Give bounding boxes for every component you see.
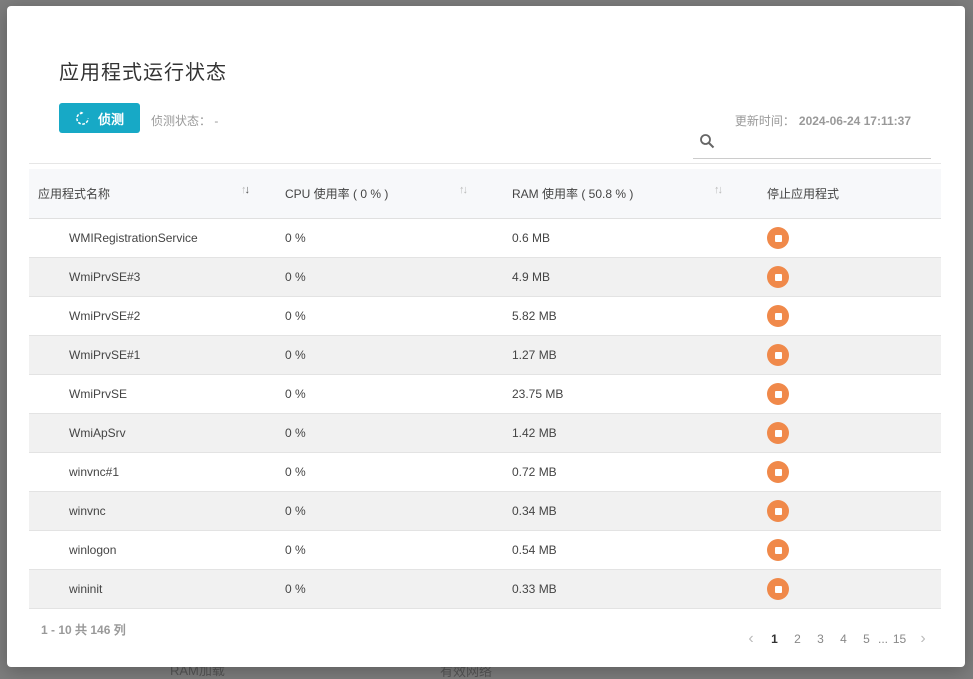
header-name[interactable]: 应用程式名称 ↑↓	[29, 184, 285, 202]
cell-ram: 0.33 MB	[512, 582, 557, 596]
table-row: winvnc#1 0 % 0.72 MB	[29, 453, 941, 492]
page-1[interactable]: 1	[763, 632, 786, 646]
table-row: WmiPrvSE#1 0 % 1.27 MB	[29, 336, 941, 375]
page-4[interactable]: 4	[832, 632, 855, 646]
detect-status: 侦测状态： -	[151, 114, 219, 128]
cell-cpu: 0 %	[285, 309, 306, 323]
stop-app-button[interactable]	[767, 227, 789, 249]
stop-icon	[774, 546, 782, 554]
detect-button[interactable]: 侦测	[59, 103, 140, 133]
table-row: WMIRegistrationService 0 % 0.6 MB	[29, 219, 941, 258]
header-stop: 停止应用程式	[767, 187, 840, 201]
stop-icon	[774, 234, 782, 242]
stop-icon	[774, 273, 782, 281]
stop-app-button[interactable]	[767, 266, 789, 288]
cell-name: WmiPrvSE	[69, 387, 127, 401]
stop-app-button[interactable]	[767, 578, 789, 600]
stop-app-button[interactable]	[767, 539, 789, 561]
cell-cpu: 0 %	[285, 231, 306, 245]
cell-name: winlogon	[69, 543, 117, 557]
cell-ram: 0.6 MB	[512, 231, 551, 245]
table-row: WmiPrvSE#3 0 % 4.9 MB	[29, 258, 941, 297]
table-body: WMIRegistrationService 0 % 0.6 MB WmiPrv…	[29, 219, 941, 609]
stop-icon	[774, 585, 782, 593]
sort-arrows-icon[interactable]: ↑↓	[241, 184, 250, 196]
header-cpu-label: CPU 使用率 ( 0 % )	[285, 187, 389, 201]
table-header: 应用程式名称 ↑↓ CPU 使用率 ( 0 % ) ↑↓ RAM 使用率 ( 5…	[29, 169, 941, 219]
cell-cpu: 0 %	[285, 270, 306, 284]
app-status-dialog: 应用程式运行状态 侦测 侦测状态： - 更新时间： 2024-06-24 17:1…	[7, 6, 965, 667]
refresh-icon	[76, 110, 89, 125]
search-box	[693, 126, 931, 159]
stop-icon	[774, 507, 782, 515]
stop-app-button[interactable]	[767, 500, 789, 522]
cell-ram: 1.42 MB	[512, 426, 557, 440]
header-ram-label: RAM 使用率 ( 50.8 % )	[512, 187, 634, 201]
cell-ram: 1.27 MB	[512, 348, 557, 362]
page-15[interactable]: 15	[888, 632, 911, 646]
row-count: 1 - 10 共 146 列	[41, 623, 126, 637]
cell-ram: 0.72 MB	[512, 465, 557, 479]
stop-icon	[774, 390, 782, 398]
cell-cpu: 0 %	[285, 387, 306, 401]
page-5[interactable]: 5	[855, 632, 878, 646]
detect-button-label: 侦测	[97, 111, 124, 127]
stop-app-button[interactable]	[767, 461, 789, 483]
cell-name: WmiPrvSE#3	[69, 270, 141, 284]
sort-arrows-icon[interactable]: ↑↓	[714, 184, 723, 196]
table-row: WmiApSrv 0 % 1.42 MB	[29, 414, 941, 453]
page-ellipsis: ...	[878, 632, 889, 646]
table-row: WmiPrvSE 0 % 23.75 MB	[29, 375, 941, 414]
table-row: winvnc 0 % 0.34 MB	[29, 492, 941, 531]
stop-app-button[interactable]	[767, 383, 789, 405]
page-2[interactable]: 2	[786, 632, 809, 646]
stop-icon	[774, 312, 782, 320]
chevron-left-icon[interactable]: ‹	[739, 630, 763, 648]
search-input[interactable]	[723, 130, 923, 154]
search-icon	[700, 134, 715, 149]
stop-app-button[interactable]	[767, 344, 789, 366]
cell-name: winvnc#1	[69, 465, 120, 479]
cell-cpu: 0 %	[285, 426, 306, 440]
cell-cpu: 0 %	[285, 543, 306, 557]
cell-cpu: 0 %	[285, 504, 306, 518]
cell-ram: 5.82 MB	[512, 309, 557, 323]
cell-name: WMIRegistrationService	[69, 231, 198, 245]
cell-ram: 23.75 MB	[512, 387, 564, 401]
stop-icon	[774, 468, 782, 476]
table-row: winlogon 0 % 0.54 MB	[29, 531, 941, 570]
table-row: wininit 0 % 0.33 MB	[29, 570, 941, 609]
cell-name: WmiPrvSE#2	[69, 309, 141, 323]
pagination: ‹ 1 2 3 4 5 ... 15 ›	[739, 630, 935, 648]
page-3[interactable]: 3	[809, 632, 832, 646]
cell-cpu: 0 %	[285, 582, 306, 596]
stop-icon	[774, 429, 782, 437]
cell-ram: 0.34 MB	[512, 504, 557, 518]
stop-app-button[interactable]	[767, 305, 789, 327]
cell-cpu: 0 %	[285, 348, 306, 362]
chevron-right-icon[interactable]: ›	[911, 630, 935, 648]
divider	[29, 163, 941, 164]
cell-ram: 4.9 MB	[512, 270, 551, 284]
cell-cpu: 0 %	[285, 465, 306, 479]
header-name-label: 应用程式名称	[38, 187, 111, 201]
cell-name: winvnc	[69, 504, 106, 518]
cell-ram: 0.54 MB	[512, 543, 557, 557]
cell-name: WmiPrvSE#1	[69, 348, 141, 362]
stop-app-button[interactable]	[767, 422, 789, 444]
sort-arrows-icon[interactable]: ↑↓	[459, 184, 468, 196]
header-ram[interactable]: RAM 使用率 ( 50.8 % ) ↑↓	[512, 184, 767, 202]
process-table: 应用程式名称 ↑↓ CPU 使用率 ( 0 % ) ↑↓ RAM 使用率 ( 5…	[29, 169, 941, 609]
stop-icon	[774, 351, 782, 359]
table-row: WmiPrvSE#2 0 % 5.82 MB	[29, 297, 941, 336]
dialog-title: 应用程式运行状态	[59, 62, 227, 84]
cell-name: WmiApSrv	[69, 426, 126, 440]
cell-name: wininit	[69, 582, 103, 596]
header-cpu[interactable]: CPU 使用率 ( 0 % ) ↑↓	[285, 184, 512, 202]
